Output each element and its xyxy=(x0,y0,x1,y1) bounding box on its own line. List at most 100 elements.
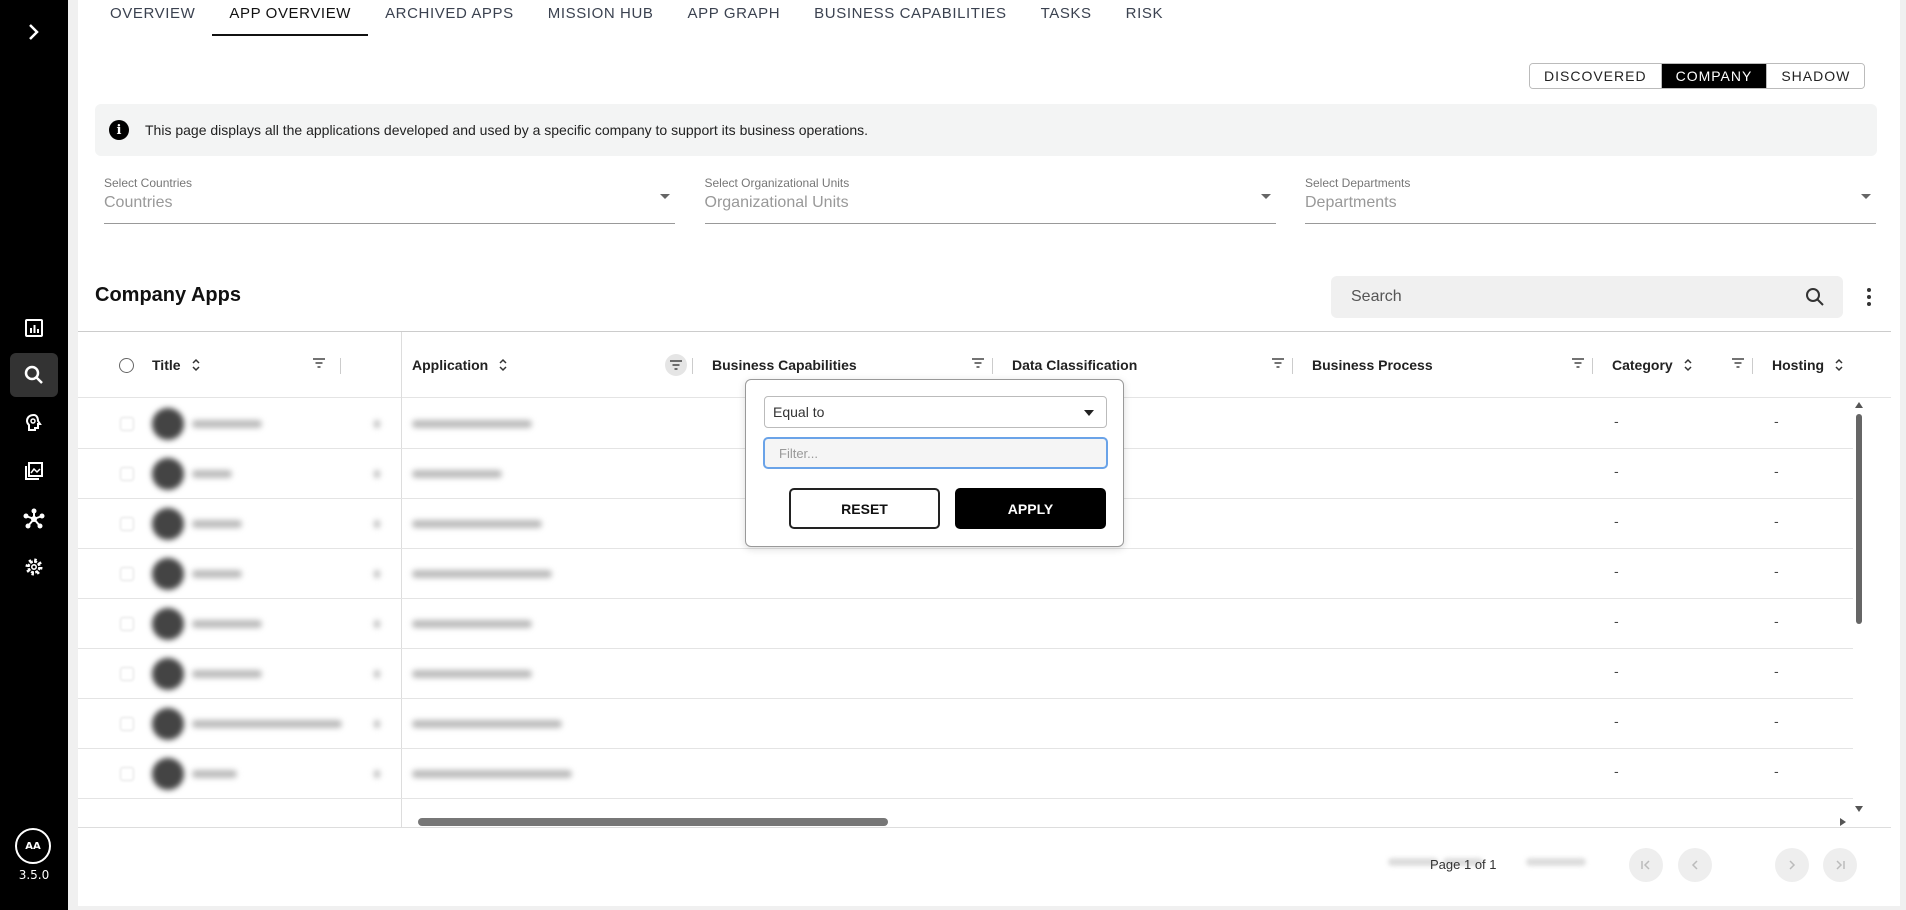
scroll-right-arrow-icon[interactable] xyxy=(1840,818,1846,826)
tab-overview[interactable]: OVERVIEW xyxy=(93,0,212,36)
redacted-text xyxy=(374,670,380,678)
header-title[interactable]: Title xyxy=(152,332,201,398)
table-row[interactable]: - - xyxy=(78,599,1853,649)
chart-icon xyxy=(25,319,43,337)
filter-lines-icon[interactable] xyxy=(1271,357,1285,369)
redacted-text xyxy=(374,420,380,428)
countries-select[interactable]: Select Countries Countries xyxy=(104,176,675,224)
filter-lines-icon[interactable] xyxy=(971,357,985,369)
user-avatar[interactable]: AA xyxy=(15,828,51,864)
sidebar-item-graph[interactable] xyxy=(10,497,58,541)
first-page-icon xyxy=(1641,860,1650,870)
reset-button[interactable]: RESET xyxy=(789,488,940,529)
sidebar-item-settings[interactable] xyxy=(10,545,58,589)
horizontal-scrollbar[interactable] xyxy=(408,817,1848,827)
app-logo xyxy=(152,508,184,540)
first-page-button[interactable] xyxy=(1629,848,1663,882)
brain-icon xyxy=(25,413,42,431)
search-icon xyxy=(24,365,43,384)
filter-bar: Select Countries Countries Select Organi… xyxy=(104,176,1876,224)
filter-value-input[interactable] xyxy=(763,437,1108,469)
org-units-select[interactable]: Select Organizational Units Organization… xyxy=(704,176,1276,224)
application-filter-button[interactable] xyxy=(665,354,687,376)
filter-lines-icon[interactable] xyxy=(1571,357,1585,369)
countries-placeholder: Countries xyxy=(104,194,173,211)
org-units-placeholder: Organizational Units xyxy=(704,194,849,211)
departments-select[interactable]: Select Departments Departments xyxy=(1305,176,1876,224)
select-all-checkbox[interactable] xyxy=(119,358,134,373)
filter-operator-select[interactable]: Equal to xyxy=(764,396,1107,428)
filter-lines-icon[interactable] xyxy=(1731,357,1745,369)
tab-app-graph[interactable]: APP GRAPH xyxy=(671,0,798,36)
row-checkbox[interactable] xyxy=(120,567,134,581)
app-logo xyxy=(152,658,184,690)
app-logo xyxy=(152,408,184,440)
expand-sidebar-button[interactable] xyxy=(16,14,52,50)
table-row[interactable]: - - xyxy=(78,749,1853,799)
tab-app-overview[interactable]: APP OVERVIEW xyxy=(212,0,368,36)
sort-icon[interactable] xyxy=(1834,358,1844,372)
redacted-text xyxy=(412,670,532,678)
previous-page-button[interactable] xyxy=(1678,848,1712,882)
search-input[interactable]: Search xyxy=(1331,276,1843,318)
header-business-process[interactable]: Business Process xyxy=(1312,332,1433,398)
sort-icon[interactable] xyxy=(1683,358,1693,372)
scroll-up-arrow-icon[interactable] xyxy=(1855,402,1863,408)
row-checkbox[interactable] xyxy=(120,667,134,681)
section-title: Company Apps xyxy=(95,284,241,306)
sidebar-item-dashboard[interactable] xyxy=(10,306,58,350)
tab-tasks[interactable]: TASKS xyxy=(1024,0,1109,36)
sort-icon[interactable] xyxy=(498,358,508,372)
redacted-text xyxy=(374,620,380,628)
category-cell: - xyxy=(1614,715,1619,730)
search-icon[interactable] xyxy=(1805,287,1825,307)
sidebar-item-insights[interactable] xyxy=(10,401,58,445)
caret-down-icon xyxy=(1084,410,1094,416)
toggle-shadow[interactable]: SHADOW xyxy=(1766,64,1865,88)
sidebar-item-gallery[interactable] xyxy=(10,449,58,493)
table-row[interactable]: - - xyxy=(78,649,1853,699)
header-data-classification-label: Data Classification xyxy=(1012,357,1138,373)
horizontal-scroll-thumb[interactable] xyxy=(418,818,888,826)
row-checkbox[interactable] xyxy=(120,467,134,481)
row-checkbox[interactable] xyxy=(120,517,134,531)
row-checkbox[interactable] xyxy=(120,767,134,781)
category-cell: - xyxy=(1614,665,1619,680)
tab-business-capabilities[interactable]: BUSINESS CAPABILITIES xyxy=(797,0,1023,36)
sidebar: AA 3.5.0 xyxy=(0,0,68,910)
redacted-text xyxy=(412,770,572,778)
header-hosting[interactable]: Hosting xyxy=(1772,332,1844,398)
header-business-process-label: Business Process xyxy=(1312,357,1433,373)
tab-archived-apps[interactable]: ARCHIVED APPS xyxy=(368,0,531,36)
column-filter-popover: Equal to RESET APPLY xyxy=(745,379,1124,547)
redacted-text xyxy=(374,570,380,578)
app-version: 3.5.0 xyxy=(18,868,50,882)
header-category-label: Category xyxy=(1612,357,1673,373)
next-page-button[interactable] xyxy=(1775,848,1809,882)
scroll-down-arrow-icon[interactable] xyxy=(1855,806,1863,812)
sort-icon[interactable] xyxy=(191,358,201,372)
redacted-text xyxy=(374,720,380,728)
more-options-icon[interactable] xyxy=(1861,286,1877,308)
sidebar-item-search[interactable] xyxy=(10,353,58,397)
row-checkbox[interactable] xyxy=(120,717,134,731)
header-category[interactable]: Category xyxy=(1612,332,1693,398)
tab-mission-hub[interactable]: MISSION HUB xyxy=(531,0,671,36)
redacted-text xyxy=(374,770,380,778)
row-checkbox[interactable] xyxy=(120,617,134,631)
toggle-company[interactable]: COMPANY xyxy=(1660,64,1767,88)
filter-lines-icon[interactable] xyxy=(312,357,326,369)
toggle-discovered[interactable]: DISCOVERED xyxy=(1530,64,1661,88)
gallery-icon xyxy=(25,462,43,480)
header-application[interactable]: Application xyxy=(412,332,508,398)
vertical-scrollbar[interactable] xyxy=(1855,402,1863,822)
vertical-scroll-thumb[interactable] xyxy=(1856,414,1862,624)
search-placeholder: Search xyxy=(1351,288,1402,305)
row-checkbox[interactable] xyxy=(120,417,134,431)
apply-button[interactable]: APPLY xyxy=(955,488,1106,529)
last-page-button[interactable] xyxy=(1823,848,1857,882)
table-row[interactable]: - - xyxy=(78,699,1853,749)
table-row[interactable]: - - xyxy=(78,549,1853,599)
hosting-cell: - xyxy=(1774,465,1779,480)
tab-risk[interactable]: RISK xyxy=(1109,0,1180,36)
